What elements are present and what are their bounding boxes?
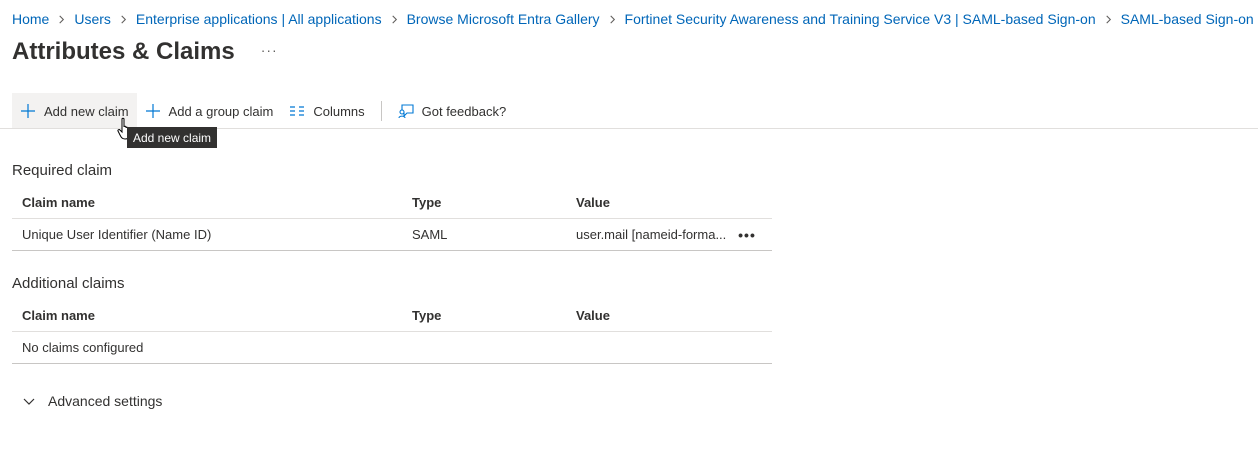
add-new-claim-label: Add new claim (44, 103, 129, 119)
add-group-claim-button[interactable]: Add a group claim (137, 93, 282, 129)
claim-type-cell: SAML (412, 227, 448, 242)
feedback-label: Got feedback? (421, 103, 507, 119)
claim-value-cell: user.mail [nameid-forma... (576, 227, 727, 242)
chevron-right-icon (119, 15, 128, 24)
empty-state-text: No claims configured (22, 340, 144, 355)
claim-name-cell: Unique User Identifier (Name ID) (22, 227, 212, 242)
column-header-claim-name[interactable]: Claim name (12, 308, 412, 323)
column-header-value[interactable]: Value (576, 195, 732, 210)
advanced-settings-label: Advanced settings (48, 393, 163, 409)
required-claims-grid: Claim name Type Value Unique User Identi… (12, 187, 772, 251)
add-group-claim-label: Add a group claim (168, 103, 274, 119)
column-header-value[interactable]: Value (576, 308, 732, 323)
breadcrumb-enterprise-applications[interactable]: Enterprise applications | All applicatio… (136, 10, 382, 28)
breadcrumb-users[interactable]: Users (74, 10, 111, 28)
breadcrumb-home[interactable]: Home (12, 10, 49, 28)
page-title: Attributes & Claims (12, 38, 235, 65)
grid-header-row: Claim name Type Value (12, 300, 772, 332)
table-row[interactable]: Unique User Identifier (Name ID) SAML us… (12, 219, 772, 251)
plus-icon (20, 103, 36, 119)
column-header-type[interactable]: Type (412, 308, 576, 323)
row-more-actions-button[interactable]: ••• (732, 227, 762, 243)
tooltip: Add new claim (127, 127, 218, 148)
title-row: Attributes & Claims ··· (12, 38, 278, 66)
toolbar-divider (380, 101, 382, 121)
columns-label: Columns (313, 103, 365, 119)
chevron-right-icon (57, 15, 66, 24)
chevron-right-icon (608, 15, 617, 24)
grid-header-row: Claim name Type Value (12, 187, 772, 219)
chevron-right-icon (390, 15, 399, 24)
command-bar: Add new claim Add a group claim Columns (12, 93, 514, 129)
breadcrumb-saml-sign-on[interactable]: SAML-based Sign-on (1121, 10, 1254, 28)
required-claim-heading: Required claim (12, 162, 113, 179)
columns-button[interactable]: Columns (281, 93, 372, 129)
advanced-settings-toggle[interactable]: Advanced settings (22, 393, 162, 409)
breadcrumb-gallery[interactable]: Browse Microsoft Entra Gallery (407, 10, 600, 28)
feedback-button[interactable]: Got feedback? (390, 93, 515, 129)
attributes-claims-page: Home Users Enterprise applications | All… (0, 0, 1258, 473)
column-header-claim-name[interactable]: Claim name (12, 195, 412, 210)
more-options-icon[interactable]: ··· (261, 42, 278, 58)
additional-claims-grid: Claim name Type Value No claims configur… (12, 300, 772, 364)
empty-state-row: No claims configured (12, 332, 772, 364)
chevron-right-icon (1104, 15, 1113, 24)
chevron-down-icon (22, 394, 36, 408)
plus-icon (145, 103, 161, 119)
breadcrumb: Home Users Enterprise applications | All… (12, 10, 1258, 28)
breadcrumb-app-saml[interactable]: Fortinet Security Awareness and Training… (625, 10, 1096, 28)
additional-claims-heading: Additional claims (12, 275, 125, 292)
column-header-type[interactable]: Type (412, 195, 576, 210)
columns-icon (289, 103, 305, 119)
feedback-icon (398, 103, 414, 119)
